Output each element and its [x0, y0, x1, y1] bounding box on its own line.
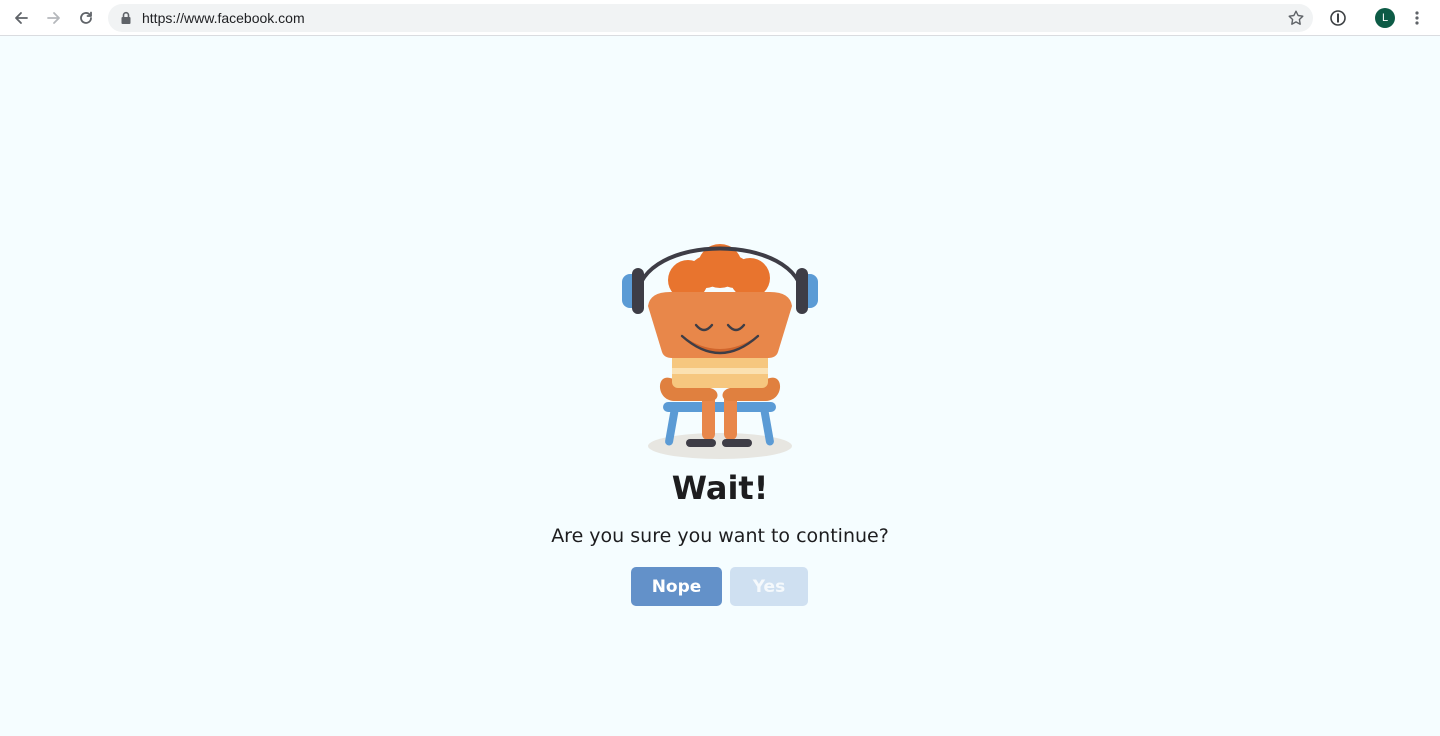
arrow-right-icon: [47, 12, 60, 24]
dialog-message: Are you sure you want to continue?: [551, 525, 889, 547]
back-button[interactable]: [9, 6, 33, 30]
kebab-menu-icon: [1415, 11, 1419, 25]
nope-button[interactable]: Nope: [631, 567, 722, 606]
meditating-character-illustration: [622, 244, 818, 459]
arrow-left-icon: [15, 12, 28, 24]
address-bar[interactable]: https://www.facebook.com: [108, 4, 1313, 32]
forward-button[interactable]: [42, 6, 66, 30]
star-icon[interactable]: [1287, 9, 1305, 27]
url-text[interactable]: https://www.facebook.com: [142, 10, 305, 26]
menu-button[interactable]: [1406, 7, 1428, 29]
page-content: Wait! Are you sure you want to continue?…: [0, 37, 1440, 736]
extension-button[interactable]: [1327, 7, 1349, 29]
dialog-title: Wait!: [671, 469, 769, 507]
yes-button[interactable]: Yes: [730, 567, 808, 606]
reload-button[interactable]: [74, 6, 98, 30]
info-circle-icon: [1330, 10, 1346, 26]
profile-avatar[interactable]: L: [1375, 8, 1395, 28]
browser-toolbar: https://www.facebook.com L: [0, 0, 1440, 36]
reload-icon: [80, 11, 92, 24]
lock-icon: [121, 11, 131, 24]
